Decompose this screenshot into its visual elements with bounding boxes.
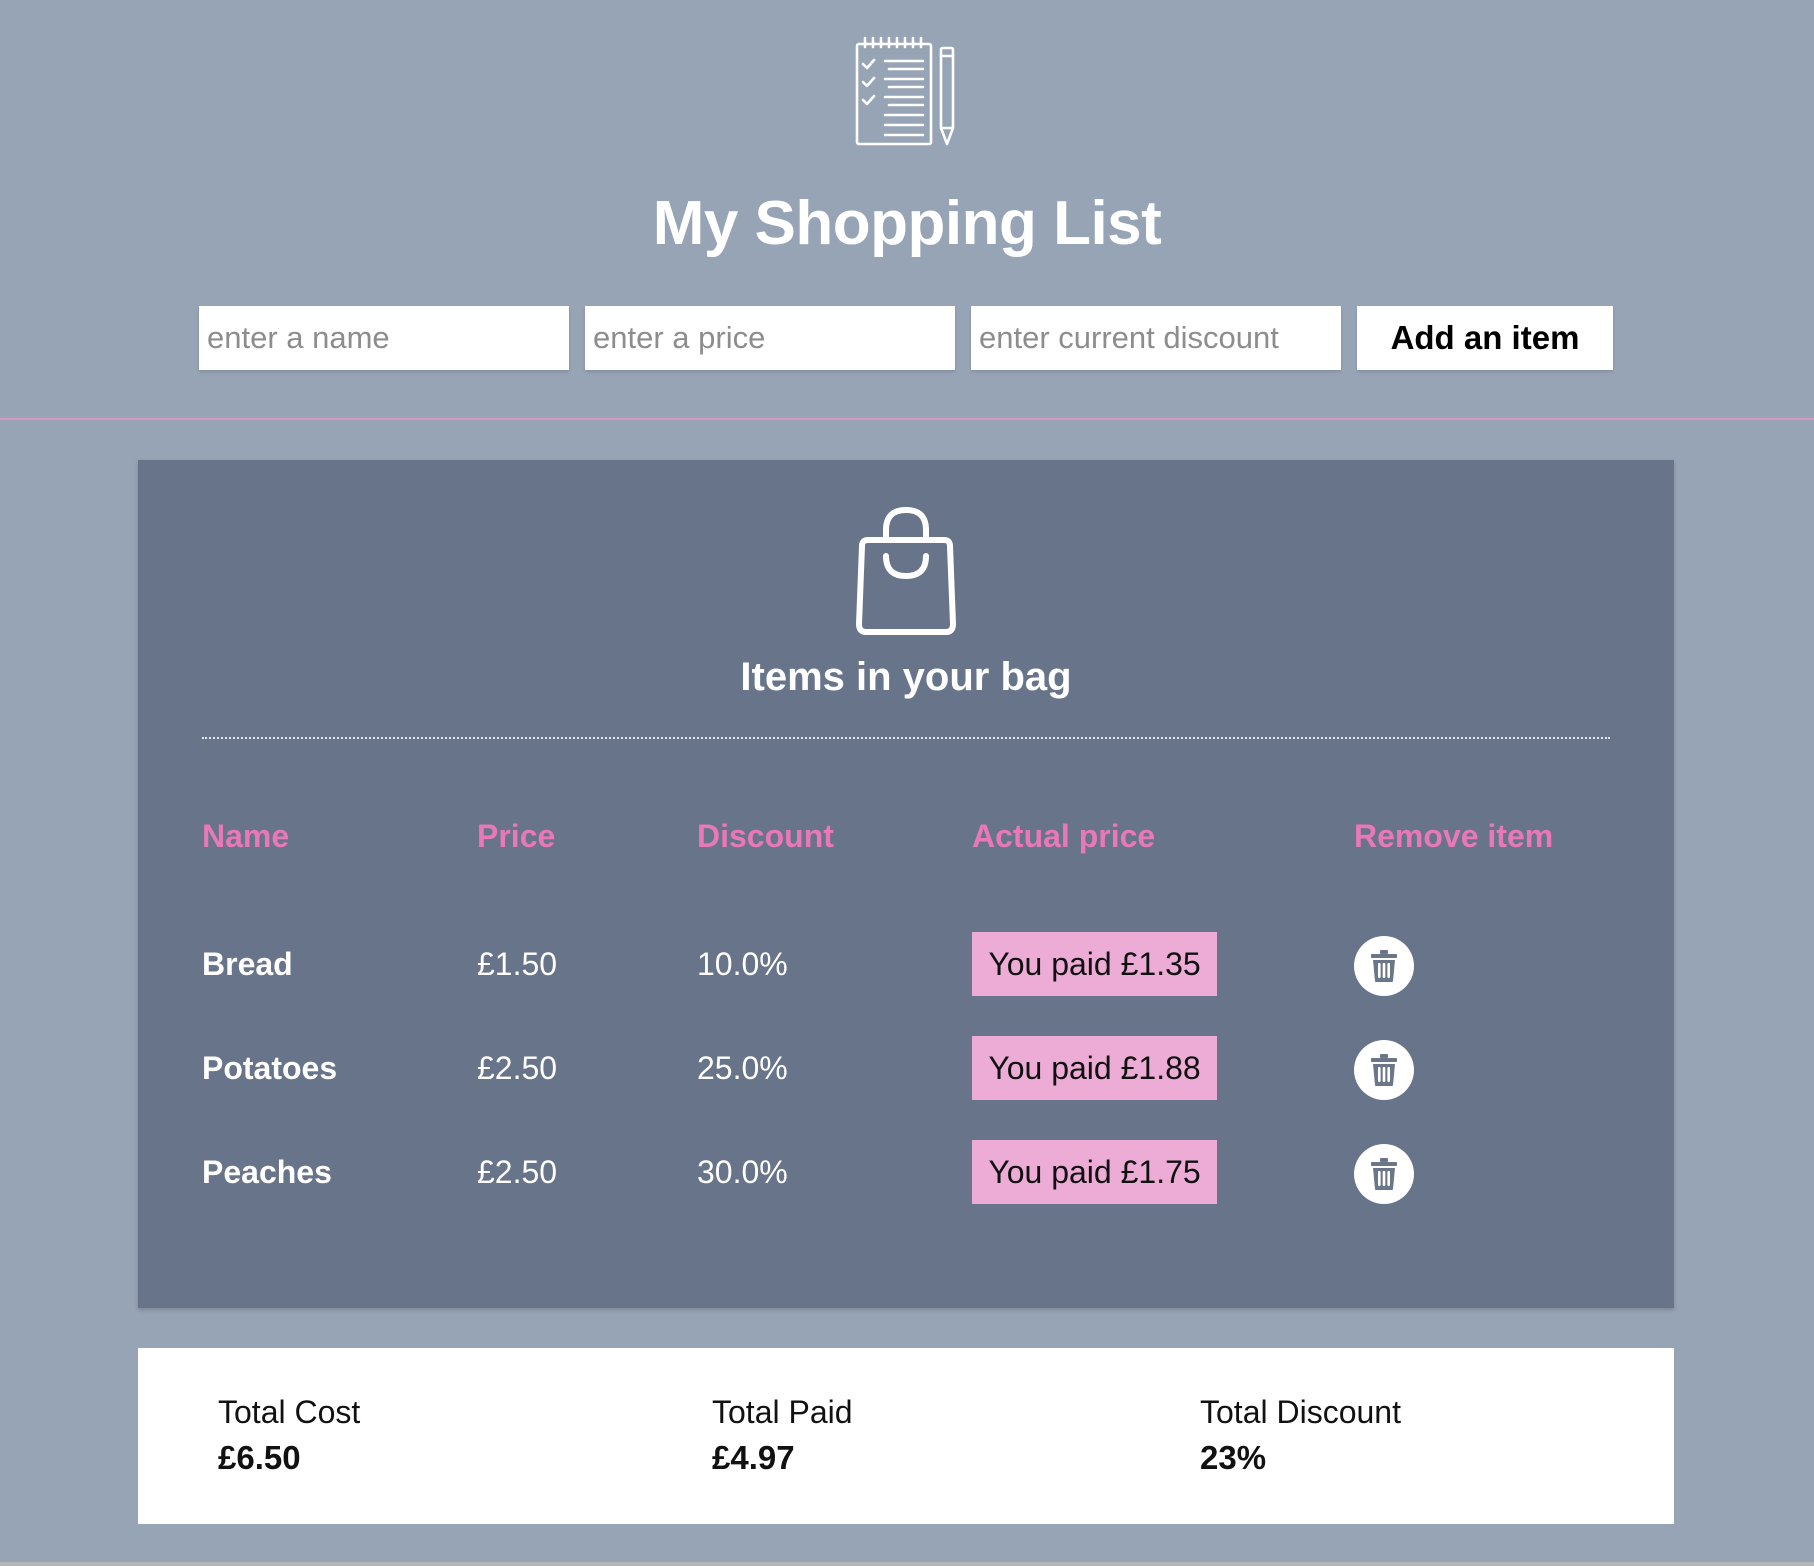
trash-icon <box>1371 950 1397 982</box>
shopping-bag-icon <box>856 507 956 635</box>
paid-badge: You paid £1.88 <box>972 1036 1217 1100</box>
divider <box>202 737 1610 739</box>
bag-title: Items in your bag <box>740 655 1072 699</box>
trash-icon <box>1371 1158 1397 1190</box>
table-row: Potatoes £2.50 25.0% You paid £1.88 <box>138 1036 1674 1100</box>
remove-item-button[interactable] <box>1354 936 1414 996</box>
total-paid-label: Total Paid <box>712 1394 853 1430</box>
column-header-remove-item: Remove item <box>1354 818 1554 854</box>
item-name: Potatoes <box>202 1050 338 1086</box>
remove-item-button[interactable] <box>1354 1040 1414 1100</box>
bag-panel: Items in your bag Name Price Discount Ac… <box>138 460 1674 1308</box>
total-paid: Total Paid £4.97 <box>712 1392 853 1480</box>
item-price-input[interactable] <box>585 306 955 370</box>
page-bottom-border <box>0 1562 1814 1566</box>
item-discount-input[interactable] <box>971 306 1341 370</box>
total-paid-value: £4.97 <box>712 1439 795 1476</box>
item-discount: 10.0% <box>697 946 788 982</box>
item-price: £1.50 <box>477 946 558 982</box>
table-row: Peaches £2.50 30.0% You paid £1.75 <box>138 1140 1674 1204</box>
add-item-button[interactable]: Add an item <box>1357 306 1613 370</box>
total-cost: Total Cost £6.50 <box>218 1392 360 1480</box>
header: My Shopping List Add an item <box>0 0 1814 420</box>
column-header-discount: Discount <box>697 818 834 854</box>
total-cost-label: Total Cost <box>218 1394 361 1430</box>
column-header-price: Price <box>477 818 556 854</box>
column-header-name: Name <box>202 818 290 854</box>
trash-icon <box>1371 1054 1397 1086</box>
totals-panel: Total Cost £6.50 Total Paid £4.97 Total … <box>138 1348 1674 1524</box>
item-price: £2.50 <box>477 1154 558 1190</box>
total-discount-value: 23% <box>1200 1439 1267 1476</box>
remove-item-button[interactable] <box>1354 1144 1414 1204</box>
shopping-list-notepad-icon <box>855 36 955 146</box>
item-price: £2.50 <box>477 1050 558 1086</box>
item-discount: 25.0% <box>697 1050 788 1086</box>
total-discount-label: Total Discount <box>1200 1394 1401 1430</box>
item-name-input[interactable] <box>199 306 569 370</box>
total-cost-value: £6.50 <box>218 1439 301 1476</box>
item-name: Peaches <box>202 1154 332 1190</box>
paid-badge: You paid £1.35 <box>972 932 1217 996</box>
total-discount: Total Discount 23% <box>1200 1392 1401 1480</box>
paid-badge: You paid £1.75 <box>972 1140 1217 1204</box>
page-title: My Shopping List <box>652 189 1162 258</box>
item-discount: 30.0% <box>697 1154 788 1190</box>
item-name: Bread <box>202 946 293 982</box>
column-header-actual-price: Actual price <box>972 818 1156 854</box>
table-row: Bread £1.50 10.0% You paid £1.35 <box>138 932 1674 996</box>
